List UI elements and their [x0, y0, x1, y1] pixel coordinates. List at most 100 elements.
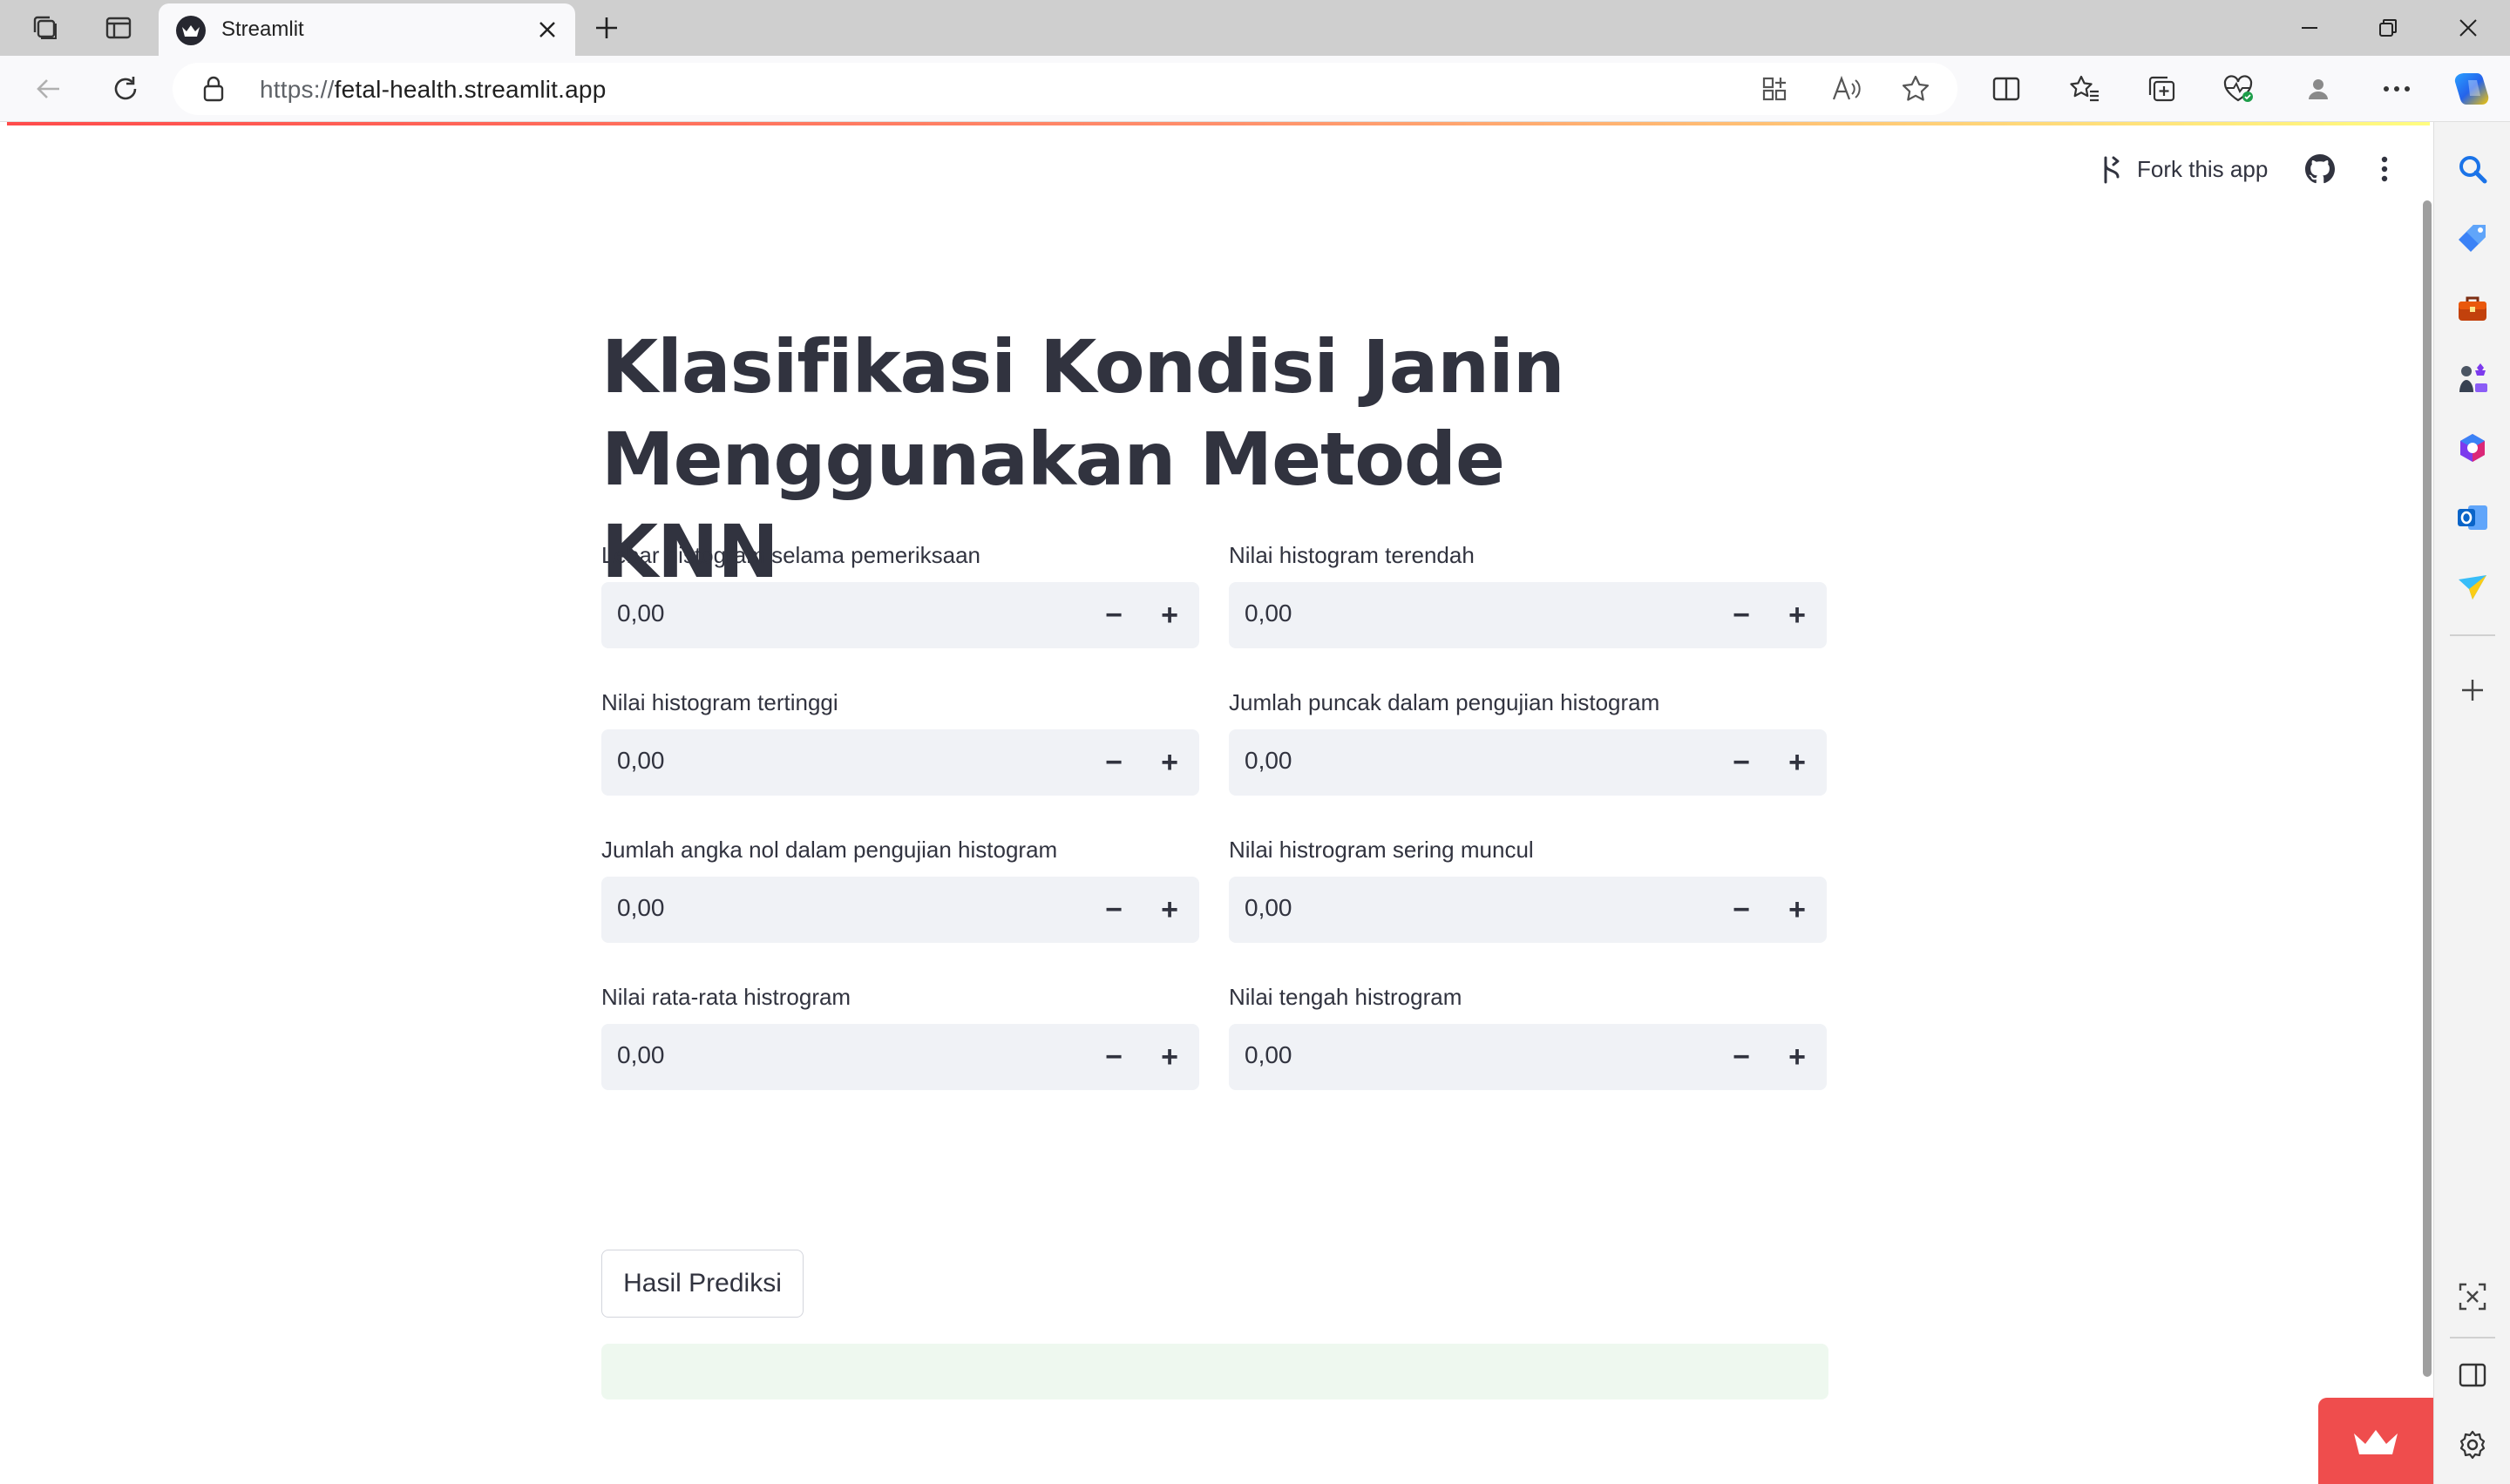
close-window-icon[interactable]: [2444, 3, 2493, 52]
copilot-icon[interactable]: [2447, 64, 2496, 113]
number-input-field: Nilai histogram terendah 0,00 − +: [1229, 540, 1827, 648]
number-input[interactable]: 0,00 − +: [601, 582, 1199, 648]
app-toolbar: Fork this app: [2099, 143, 2402, 195]
number-input-value[interactable]: 0,00: [1245, 600, 1292, 627]
main-block: Klasifikasi Kondisi Janin Menggunakan Me…: [601, 321, 1828, 1399]
fork-app-button[interactable]: Fork this app: [2099, 154, 2268, 184]
address-toolbar: https://fetal-health.streamlit.app: [0, 56, 2510, 122]
microsoft-365-icon[interactable]: [2446, 422, 2499, 474]
fork-label: Fork this app: [2137, 155, 2269, 182]
edge-sidebar: [2433, 122, 2510, 1484]
refresh-icon[interactable]: [101, 64, 150, 113]
decrement-button[interactable]: −: [1717, 1033, 1766, 1081]
number-input[interactable]: 0,00 − +: [1229, 1024, 1827, 1090]
streamlit-badge-button[interactable]: [2318, 1398, 2433, 1484]
more-icon[interactable]: [2372, 64, 2421, 113]
number-input-field: Nilai tengah histrogram 0,00 − +: [1229, 982, 1827, 1090]
field-label: Jumlah angka nol dalam pengujian histogr…: [601, 837, 1058, 863]
vertical-tabs-icon[interactable]: [94, 3, 143, 52]
field-label: Nilai histogram tertinggi: [601, 689, 838, 715]
field-label: Nilai tengah histrogram: [1229, 984, 1462, 1010]
minimize-icon[interactable]: [2285, 3, 2334, 52]
number-input-value[interactable]: 0,00: [617, 600, 665, 627]
lock-icon[interactable]: [200, 75, 227, 107]
star-icon[interactable]: [1895, 68, 1937, 110]
number-input-field: Lebar histogram selama pemeriksaan 0,00 …: [601, 540, 1199, 648]
fork-icon: [2104, 156, 2120, 184]
split-screen-icon[interactable]: [1982, 64, 2031, 113]
number-input[interactable]: 0,00 − +: [601, 877, 1199, 943]
new-tab-plus-icon[interactable]: [582, 3, 631, 52]
settings-icon[interactable]: [2446, 1419, 2499, 1471]
streamlit-crown-icon: [2354, 1429, 2398, 1454]
field-label: Lebar histogram selama pemeriksaan: [601, 542, 980, 568]
apps-icon[interactable]: [1754, 68, 1795, 110]
collections-icon[interactable]: [2137, 64, 2186, 113]
field-label: Nilai rata-rata histrogram: [601, 984, 851, 1010]
sidebar-divider: [2450, 634, 2495, 636]
decrement-button[interactable]: −: [1717, 885, 1766, 934]
predict-button[interactable]: Hasil Prediksi: [601, 1250, 804, 1318]
games-icon[interactable]: [2446, 352, 2499, 404]
number-input-field: Jumlah angka nol dalam pengujian histogr…: [601, 835, 1199, 943]
result-success-box: [601, 1344, 1828, 1399]
increment-button[interactable]: +: [1773, 738, 1821, 787]
number-input-field: Nilai rata-rata histrogram 0,00 − +: [601, 982, 1199, 1090]
increment-button[interactable]: +: [1145, 885, 1194, 934]
number-input-value[interactable]: 0,00: [617, 894, 665, 922]
field-label: Nilai histrogram sering muncul: [1229, 837, 1534, 863]
screenshot-icon[interactable]: [2446, 1271, 2499, 1323]
decrement-button[interactable]: −: [1717, 591, 1766, 640]
increment-button[interactable]: +: [1773, 591, 1821, 640]
number-input-field: Jumlah puncak dalam pengujian histogram …: [1229, 688, 1827, 796]
number-input-value[interactable]: 0,00: [617, 747, 665, 775]
number-input[interactable]: 0,00 − +: [1229, 582, 1827, 648]
number-input-field: Nilai histogram tertinggi 0,00 − +: [601, 688, 1199, 796]
increment-button[interactable]: +: [1773, 885, 1821, 934]
send-icon[interactable]: [2446, 561, 2499, 613]
profile-icon[interactable]: [2294, 64, 2343, 113]
decrement-button[interactable]: −: [1089, 591, 1138, 640]
back-arrow-icon[interactable]: [24, 64, 73, 113]
heart-pulse-icon[interactable]: [2214, 64, 2262, 113]
add-icon[interactable]: [2446, 664, 2499, 716]
tab-actions-icon[interactable]: [21, 3, 70, 52]
increment-button[interactable]: +: [1773, 1033, 1821, 1081]
streamlit-logo-icon: [176, 16, 206, 45]
number-input-value[interactable]: 0,00: [1245, 894, 1292, 922]
main-menu-icon[interactable]: [2367, 152, 2402, 186]
number-input[interactable]: 0,00 − +: [1229, 877, 1827, 943]
decrement-button[interactable]: −: [1089, 738, 1138, 787]
number-input[interactable]: 0,00 − +: [601, 1024, 1199, 1090]
url-text[interactable]: https://fetal-health.streamlit.app: [260, 76, 606, 104]
number-input[interactable]: 0,00 − +: [1229, 729, 1827, 796]
browser-tab-active[interactable]: Streamlit: [159, 3, 575, 56]
shopping-tag-icon[interactable]: [2446, 213, 2499, 265]
number-input-value[interactable]: 0,00: [617, 1041, 665, 1069]
address-bar[interactable]: https://fetal-health.streamlit.app: [173, 63, 1957, 115]
decrement-button[interactable]: −: [1089, 1033, 1138, 1081]
favorites-icon[interactable]: [2060, 64, 2109, 113]
number-input[interactable]: 0,00 − +: [601, 729, 1199, 796]
read-aloud-icon[interactable]: [1825, 68, 1867, 110]
increment-button[interactable]: +: [1145, 591, 1194, 640]
number-input-value[interactable]: 0,00: [1245, 1041, 1292, 1069]
decrement-button[interactable]: −: [1089, 885, 1138, 934]
scrollbar-thumb[interactable]: [2423, 200, 2432, 1377]
number-input-field: Nilai histrogram sering muncul 0,00 − +: [1229, 835, 1827, 943]
tab-title: Streamlit: [221, 17, 304, 41]
decrement-button[interactable]: −: [1717, 738, 1766, 787]
increment-button[interactable]: +: [1145, 1033, 1194, 1081]
field-label: Nilai histogram terendah: [1229, 542, 1475, 568]
restore-icon[interactable]: [2364, 3, 2412, 52]
close-icon[interactable]: [530, 12, 565, 47]
outlook-icon[interactable]: [2446, 491, 2499, 544]
sidebar-toggle-icon[interactable]: [2446, 1349, 2499, 1401]
streamlit-app: Fork this app Klasifikasi Kondisi Janin …: [7, 125, 2419, 1478]
search-icon[interactable]: [2446, 143, 2499, 195]
increment-button[interactable]: +: [1145, 738, 1194, 787]
tools-icon[interactable]: [2446, 282, 2499, 335]
github-icon[interactable]: [2303, 152, 2337, 186]
number-input-value[interactable]: 0,00: [1245, 747, 1292, 775]
field-label: Jumlah puncak dalam pengujian histogram: [1229, 689, 1660, 715]
